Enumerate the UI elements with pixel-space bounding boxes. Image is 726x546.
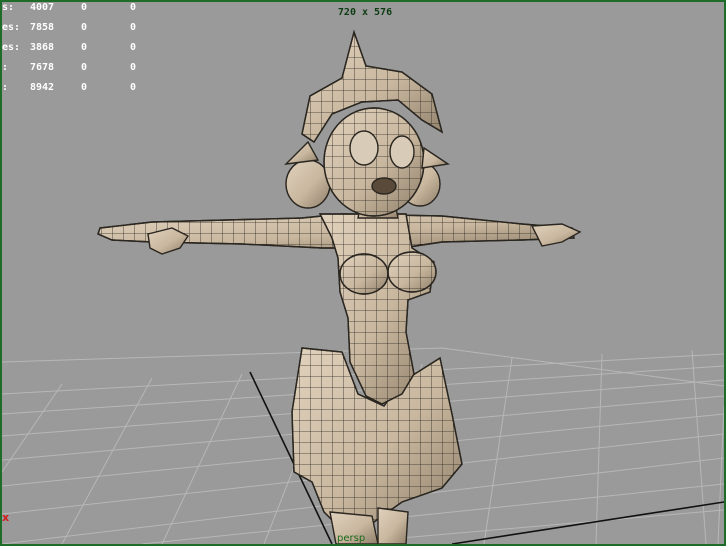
- hud-value-extra: 0: [130, 22, 137, 33]
- hud-value-extra: 0: [130, 42, 137, 53]
- hud-value-selected: 0: [81, 62, 88, 73]
- hud-value-total: 8942: [30, 82, 55, 93]
- hud-value-selected: 0: [81, 42, 88, 53]
- axis-indicator-x: x: [2, 511, 10, 524]
- hud-label: es:: [2, 42, 21, 53]
- hud-value-extra: 0: [130, 62, 137, 73]
- hud-label: :: [2, 82, 9, 93]
- hud-value-selected: 0: [81, 22, 88, 33]
- character-mesh[interactable]: [97, 29, 582, 544]
- hud-value-total: 7678: [30, 62, 55, 73]
- scene-canvas[interactable]: [2, 2, 724, 544]
- hud-label: es:: [2, 22, 21, 33]
- hud-value-total: 7858: [30, 22, 55, 33]
- perspective-viewport[interactable]: s: 4007 0 0 es: 7858 0 0 es: 3868 0 0:7678 0 0:8942 0 0…: [0, 0, 726, 546]
- hud-value-total: 3868: [30, 42, 55, 53]
- hud-value-selected: 0: [81, 82, 88, 93]
- resolution-gate-label: 720 x 576: [337, 7, 393, 18]
- hud-value-extra: 0: [130, 82, 137, 93]
- camera-name-label: persp: [337, 533, 366, 544]
- hud-label: :: [2, 62, 9, 73]
